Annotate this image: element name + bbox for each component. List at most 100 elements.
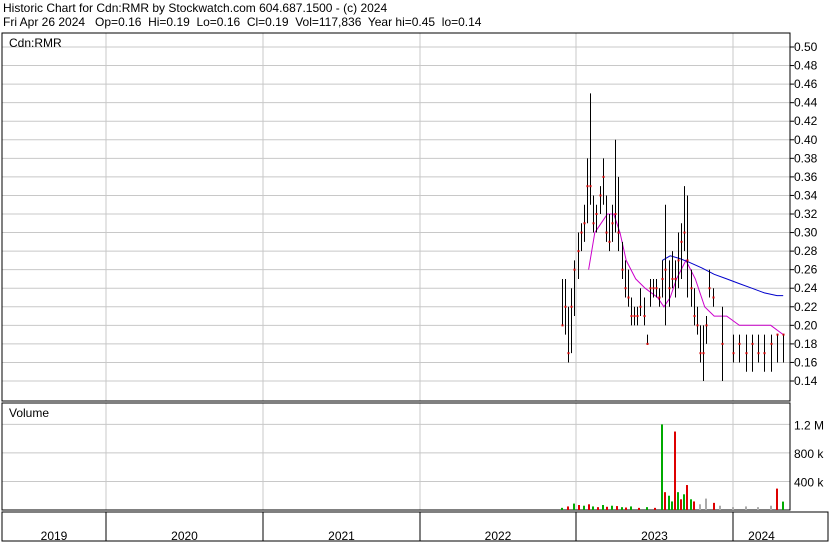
stock-chart: Cdn:RMR Volume 0.500.480.460.440.420.400… xyxy=(1,32,829,543)
close-tick xyxy=(721,342,724,345)
price-bars xyxy=(561,93,785,381)
volume-axis: 1.2 M 800 k 400 k xyxy=(794,418,824,489)
close-tick xyxy=(602,175,605,178)
volume-bar xyxy=(674,431,676,510)
close-tick xyxy=(567,352,570,355)
volume-bar xyxy=(588,504,590,510)
close-tick xyxy=(627,296,630,299)
close-tick xyxy=(643,315,646,318)
close-tick xyxy=(690,287,693,290)
volume-tick-label: 800 k xyxy=(794,447,824,461)
volume-bar xyxy=(567,506,569,510)
volume-bar xyxy=(719,505,721,510)
close-tick xyxy=(693,315,696,318)
volume-bar xyxy=(664,492,666,510)
close-tick xyxy=(738,342,741,345)
close-tick xyxy=(614,213,617,215)
close-tick xyxy=(702,352,705,355)
close-tick xyxy=(664,268,667,271)
price-tick-label: 0.28 xyxy=(794,244,818,258)
price-tick-label: 0.18 xyxy=(794,337,818,351)
volume-bar xyxy=(630,506,632,510)
volume-bar xyxy=(638,507,640,510)
close-tick xyxy=(671,277,674,280)
volume-bar xyxy=(592,506,594,510)
price-tick-label: 0.48 xyxy=(794,59,818,73)
close-tick xyxy=(732,352,735,355)
close-tick xyxy=(763,352,766,355)
close-tick xyxy=(652,287,655,290)
volume-bar xyxy=(621,507,623,510)
close-tick xyxy=(583,222,586,225)
price-tick-label: 0.40 xyxy=(794,133,818,147)
price-axis: 0.50 0.48 0.46 0.44 0.42 0.40 0.38 0.36 0.34 0.32… xyxy=(790,40,818,388)
close-tick xyxy=(599,194,602,197)
close-tick xyxy=(564,305,567,308)
close-tick xyxy=(621,268,624,271)
price-tick-label: 0.46 xyxy=(794,77,818,91)
volume-bar xyxy=(646,507,648,510)
price-tick-label: 0.44 xyxy=(794,96,818,110)
year-axis-frame xyxy=(1,511,829,542)
close-tick xyxy=(617,231,620,234)
close-tick xyxy=(751,342,754,345)
year-label: 2020 xyxy=(171,529,198,543)
year-label: 2023 xyxy=(641,529,668,543)
volume-bar xyxy=(690,499,692,510)
close-tick xyxy=(680,240,683,243)
close-tick xyxy=(655,287,658,290)
volume-panel-frame xyxy=(1,402,791,511)
close-tick xyxy=(633,315,636,318)
moving-average-long xyxy=(662,255,784,297)
close-tick xyxy=(580,231,583,234)
volume-bar xyxy=(602,505,604,510)
close-tick xyxy=(605,231,608,234)
close-tick xyxy=(595,213,598,215)
volume-bar xyxy=(699,504,701,510)
volume-bar xyxy=(597,507,599,510)
volume-bar xyxy=(677,492,679,510)
close-tick xyxy=(699,352,702,355)
close-tick xyxy=(658,296,661,299)
year-label: 2022 xyxy=(485,529,512,543)
close-tick xyxy=(696,324,699,327)
close-tick xyxy=(776,333,779,336)
year-label: 2019 xyxy=(41,529,68,543)
volume-bar xyxy=(611,505,613,510)
price-tick-label: 0.42 xyxy=(794,114,818,128)
close-tick xyxy=(589,185,592,188)
volume-bar xyxy=(625,507,627,510)
volume-bar xyxy=(770,505,772,510)
volume-bar xyxy=(578,505,580,510)
price-tick-label: 0.36 xyxy=(794,170,818,184)
year-axis: 2019 2020 2021 2022 2023 2024 xyxy=(41,512,775,543)
price-tick-label: 0.24 xyxy=(794,281,818,295)
volume-bar xyxy=(745,506,747,510)
volume-bar xyxy=(776,488,778,510)
volume-bar xyxy=(680,499,682,510)
volume-label: Volume xyxy=(9,406,49,420)
volume-bar xyxy=(668,495,670,510)
year-label: 2024 xyxy=(748,529,775,543)
close-tick xyxy=(636,315,639,318)
close-tick xyxy=(646,342,649,345)
close-tick xyxy=(561,324,564,327)
chart-grid xyxy=(2,33,790,510)
price-tick-label: 0.50 xyxy=(794,40,818,54)
price-tick-label: 0.14 xyxy=(794,374,818,388)
year-label: 2021 xyxy=(328,529,355,543)
volume-bar xyxy=(654,507,656,510)
volume-bar xyxy=(686,485,688,510)
close-tick xyxy=(745,352,748,355)
volume-bar xyxy=(693,501,695,510)
price-tick-label: 0.26 xyxy=(794,263,818,277)
price-tick-label: 0.38 xyxy=(794,151,818,165)
close-tick xyxy=(708,287,711,290)
close-tick xyxy=(573,268,576,271)
price-tick-label: 0.32 xyxy=(794,207,818,221)
price-tick-label: 0.16 xyxy=(794,355,818,369)
symbol-label: Cdn:RMR xyxy=(9,36,62,50)
price-tick-label: 0.34 xyxy=(794,188,818,202)
close-tick xyxy=(712,296,715,299)
volume-bar xyxy=(732,507,734,510)
